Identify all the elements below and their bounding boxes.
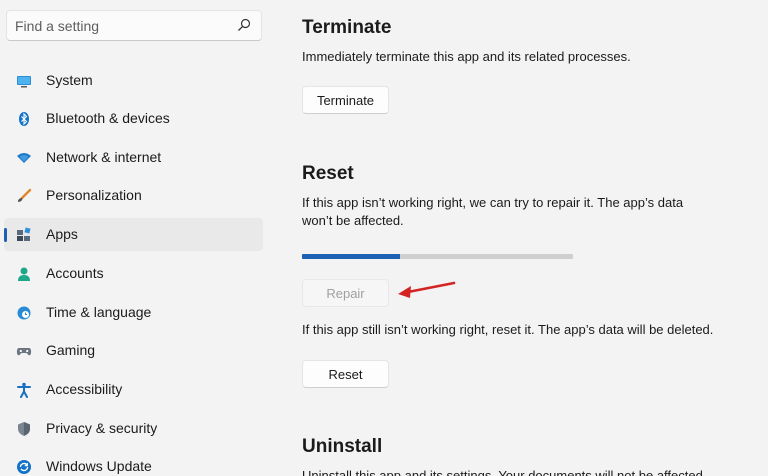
sidebar-item-personalization[interactable]: Personalization [4,179,263,212]
sidebar-item-label: Windows Update [46,458,152,474]
reset-heading: Reset [302,163,354,184]
update-icon [16,459,32,475]
reset-description: If this app still isn’t working right, r… [302,322,714,337]
display-icon [16,73,32,89]
person-icon [16,266,32,282]
repair-description: If this app isn’t working right, we can … [302,194,683,230]
sidebar-item-apps[interactable]: Apps [4,218,263,251]
repair-description-line: won’t be affected. [302,213,404,228]
main-content: Terminate Immediately terminate this app… [272,0,768,476]
shield-icon [16,421,32,437]
selection-indicator [4,228,7,242]
wifi-icon [16,150,32,166]
sidebar-item-accounts[interactable]: Accounts [4,257,263,290]
terminate-heading: Terminate [302,17,392,38]
search-box[interactable] [6,10,262,41]
sidebar-item-label: Personalization [46,187,142,203]
sidebar-item-system[interactable]: System [4,64,263,97]
sidebar-item-bluetooth-devices[interactable]: Bluetooth & devices [4,102,263,135]
sidebar-item-gaming[interactable]: Gaming [4,334,263,367]
sidebar-item-label: System [46,72,93,88]
repair-description-line: If this app isn’t working right, we can … [302,195,684,210]
sidebar-item-label: Gaming [46,342,96,358]
repair-progress-fill [302,254,400,259]
globe-clock-icon [16,305,32,321]
uninstall-heading: Uninstall [302,436,383,457]
sidebar-item-windows-update[interactable]: Windows Update [4,450,263,476]
uninstall-description: Uninstall this app and its settings. You… [302,468,707,476]
sidebar-item-network-internet[interactable]: Network & internet [4,141,263,174]
gamepad-icon [16,343,32,359]
terminate-button[interactable]: Terminate [302,86,389,114]
apps-icon [16,227,32,243]
red-arrow-annotation [398,281,456,298]
sidebar-item-label: Bluetooth & devices [46,110,170,126]
brush-icon [16,188,32,204]
repair-progress-bar [302,254,573,259]
sidebar: System Bluetooth & devices Network & int… [0,0,272,476]
sidebar-item-accessibility[interactable]: Accessibility [4,373,263,406]
sidebar-item-time-language[interactable]: Time & language [4,296,263,329]
sidebar-item-label: Privacy & security [46,420,158,436]
sidebar-item-privacy-security[interactable]: Privacy & security [4,412,263,445]
sidebar-item-label: Network & internet [46,149,162,165]
sidebar-item-label: Time & language [46,304,152,320]
reset-button[interactable]: Reset [302,360,389,388]
repair-button[interactable]: Repair [302,279,389,307]
sidebar-item-label: Accounts [46,265,104,281]
sidebar-item-label: Accessibility [46,381,123,397]
accessibility-icon [16,382,32,398]
bluetooth-icon [16,111,32,127]
search-input[interactable] [15,17,230,35]
search-icon[interactable] [237,18,251,32]
sidebar-item-label: Apps [46,226,78,242]
terminate-description: Immediately terminate this app and its r… [302,49,631,64]
